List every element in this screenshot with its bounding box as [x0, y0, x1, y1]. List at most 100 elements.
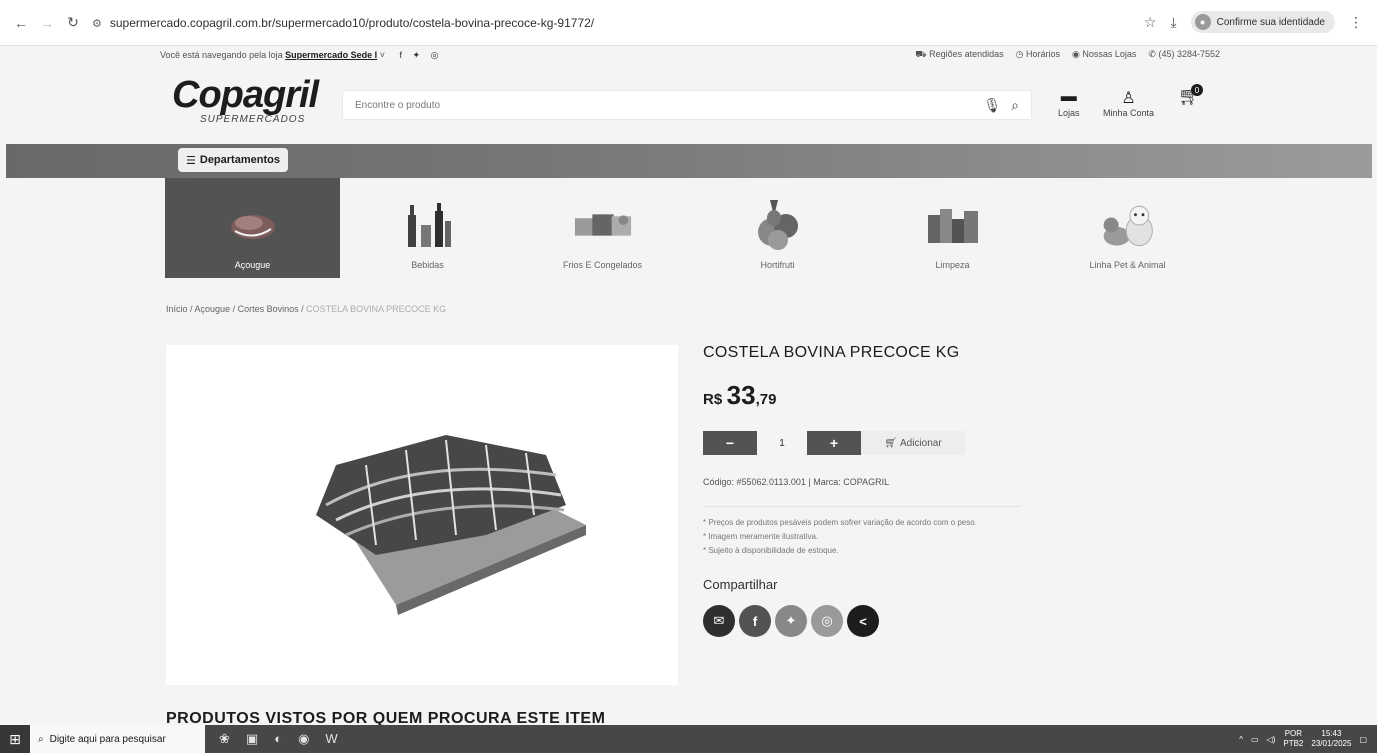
flowers-app-icon[interactable]: ❀ [219, 731, 230, 747]
account-button-label: Minha Conta [1103, 108, 1155, 118]
store-icon: ▬ [1060, 88, 1077, 105]
identity-label: Confirme sua identidade [1216, 16, 1325, 28]
user-icon: ♙ [1121, 90, 1136, 107]
stores-button[interactable]: ▬ Lojas [1058, 88, 1080, 118]
cleaning-image [923, 200, 983, 250]
volume-icon[interactable]: ◁) [1267, 735, 1276, 744]
increase-quantity-button[interactable]: + [807, 431, 861, 455]
lang-top: POR [1284, 729, 1303, 738]
tray-chevron-icon[interactable]: ^ [1239, 735, 1243, 744]
stores-link[interactable]: ◉ Nossas Lojas [1072, 49, 1136, 61]
produce-image [748, 200, 808, 250]
notifications-icon[interactable]: ▢ [1359, 735, 1367, 744]
app-icon[interactable]: ◐ [274, 731, 282, 747]
back-icon[interactable]: ← [10, 12, 32, 34]
category-acougue[interactable]: Açougue [165, 178, 340, 278]
identity-button[interactable]: ● Confirme sua identidade [1190, 11, 1335, 33]
browser-icon[interactable]: ◉ [298, 731, 309, 747]
breadcrumb-level2[interactable]: Cortes Bovinos [238, 304, 299, 314]
departments-button[interactable]: ☰ Departamentos [178, 148, 288, 172]
category-label: Bebidas [411, 260, 444, 270]
windows-start-icon[interactable]: ⊞ [0, 725, 30, 753]
cart-button[interactable]: 🛒︎ 0 [1178, 84, 1203, 107]
taskbar-search[interactable]: ⌕ Digite aqui para pesquisar [30, 725, 205, 753]
browser-menu-icon[interactable]: ⋮ [1349, 14, 1363, 31]
product-notes: * Preços de produtos pesáveis podem sofr… [703, 516, 977, 558]
note-item: * Imagem meramente ilustrativa. [703, 532, 819, 541]
forward-icon[interactable]: → [36, 12, 58, 34]
bookmark-star-icon[interactable]: ☆ [1144, 14, 1157, 31]
download-icon[interactable]: ⤓ [1170, 14, 1176, 31]
search-icon: ⌕ [38, 733, 44, 745]
frozen-image [573, 200, 633, 250]
divider [703, 506, 1021, 507]
quantity-input[interactable] [757, 431, 807, 455]
product-code: Código: #55062.0113.001 | Marca: COPAGRI… [703, 477, 890, 487]
price-decimal: ,79 [755, 391, 777, 408]
add-to-cart-button[interactable]: 🛒︎ Adicionar [861, 431, 965, 455]
hours-link[interactable]: ◷ Horários [1016, 49, 1060, 61]
address-bar[interactable]: ⚙ supermercado.copagril.com.br/supermerc… [92, 12, 1152, 34]
facebook-icon[interactable]: f [399, 50, 406, 60]
breadcrumb-home[interactable]: Início [166, 304, 188, 314]
breadcrumb-current: COSTELA BOVINA PRECOCE KG [306, 304, 447, 314]
lang-bottom: PTB2 [1283, 739, 1304, 748]
phone-link[interactable]: ✆ (45) 3284-7552 [1148, 49, 1220, 61]
note-item: * Sujeito à disponibilidade de estoque. [703, 546, 839, 555]
url-text: supermercado.copagril.com.br/supermercad… [109, 16, 595, 30]
decrease-quantity-button[interactable]: − [703, 431, 757, 455]
account-button[interactable]: ♙ Minha Conta [1103, 88, 1154, 118]
network-icon[interactable]: ▭ [1251, 735, 1259, 744]
product-image [166, 345, 678, 685]
microphone-icon[interactable]: 🎙 [983, 97, 1001, 114]
quantity-stepper: − + 🛒︎ Adicionar [703, 431, 965, 455]
facebook-share-icon[interactable]: f [739, 605, 771, 637]
whatsapp-share-icon[interactable]: ◎ [811, 605, 843, 637]
word-icon[interactable]: W [325, 731, 337, 747]
note-item: * Preços de produtos pesáveis podem sofr… [703, 518, 977, 527]
language-indicator[interactable]: POR PTB2 [1283, 729, 1303, 749]
product-title: COSTELA BOVINA PRECOCE KG [703, 344, 960, 361]
email-share-icon[interactable]: ✉ [703, 605, 735, 637]
drinks-image [398, 200, 458, 250]
search-icon[interactable]: ⌕ [1011, 97, 1019, 114]
taskbar-apps: ❀ ▣ ◐ ◉ W [219, 731, 338, 747]
site-settings-icon[interactable]: ⚙ [92, 17, 102, 30]
top-info-bar: Você está navegando pela loja Supermerca… [160, 46, 1220, 64]
twitter-icon[interactable]: ✦ [413, 50, 425, 60]
breadcrumb: Início / Açougue / Cortes Bovinos / COST… [166, 304, 447, 314]
breadcrumb-level1[interactable]: Açougue [195, 304, 231, 314]
copagril-logo[interactable]: Copagril SUPERMERCADOS [172, 76, 322, 125]
reload-icon[interactable]: ↻ [62, 12, 84, 34]
category-label: Açougue [234, 260, 271, 270]
pet-image [1098, 200, 1158, 250]
category-label: Limpeza [935, 260, 970, 270]
category-pet[interactable]: Linha Pet & Animal [1040, 178, 1215, 278]
chevron-down-icon[interactable]: ˅ [380, 50, 385, 60]
regions-link[interactable]: ⛟ Regiões atendidas [915, 49, 1003, 61]
category-label: Frios E Congelados [562, 260, 643, 270]
category-limpeza[interactable]: Limpeza [865, 178, 1040, 278]
twitter-share-icon[interactable]: ✦ [775, 605, 807, 637]
category-bebidas[interactable]: Bebidas [340, 178, 515, 278]
share-buttons: ✉ f ✦ ◎ < [703, 605, 879, 637]
clock[interactable]: 15:43 23/01/2025 [1311, 729, 1351, 749]
category-frios[interactable]: Frios E Congelados [515, 178, 690, 278]
task-view-icon[interactable]: ▣ [246, 731, 258, 747]
store-selector[interactable]: Supermercado Sede I [285, 50, 377, 60]
windows-taskbar: ⊞ ⌕ Digite aqui para pesquisar ❀ ▣ ◐ ◉ W… [0, 725, 1377, 753]
product-price: R$ 33,79 [703, 380, 776, 411]
profile-avatar-icon: ● [1194, 14, 1211, 30]
search-input[interactable] [355, 99, 974, 111]
share-icon[interactable]: < [847, 605, 879, 637]
search-bar: 🎙 ⌕ [342, 90, 1032, 120]
category-hortifruti[interactable]: Hortifruti [690, 178, 865, 278]
cart-count-badge: 0 [1191, 84, 1203, 96]
regions-label: Regiões atendidas [929, 49, 1004, 59]
price-currency: R$ [703, 391, 723, 408]
stores-button-label: Lojas [1058, 108, 1080, 118]
instagram-icon[interactable]: ◎ [431, 50, 443, 60]
logo-brand: Copagril [172, 74, 319, 116]
add-to-cart-label: Adicionar [900, 437, 942, 449]
clock-date: 23/01/2025 [1311, 739, 1352, 748]
